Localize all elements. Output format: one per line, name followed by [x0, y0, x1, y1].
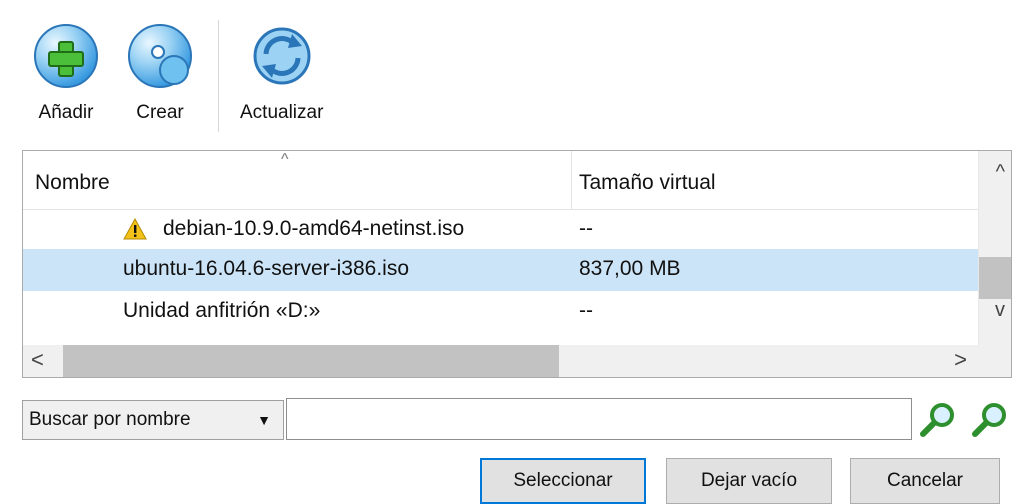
- create-button[interactable]: Crear: [128, 24, 192, 124]
- add-button[interactable]: Añadir: [34, 24, 98, 124]
- item-name: Unidad anfitrión «D:»: [123, 299, 321, 322]
- list-item[interactable]: debian-10.9.0-amd64-netinst.iso --: [23, 209, 981, 251]
- create-label: Crear: [136, 102, 184, 123]
- column-header-name[interactable]: Nombre: [35, 171, 110, 195]
- search-mode-select[interactable]: Buscar por nombre ▼: [22, 400, 284, 440]
- media-list[interactable]: ^ Nombre Tamaño virtual debian-10.9.0-am…: [22, 150, 1012, 378]
- vertical-scroll-thumb[interactable]: [979, 257, 1011, 299]
- scroll-right-icon[interactable]: >: [954, 347, 967, 373]
- clear-button[interactable]: Dejar vacío: [666, 458, 832, 504]
- scroll-corner: [979, 345, 1011, 377]
- add-label: Añadir: [38, 102, 94, 123]
- refresh-icon: [248, 24, 316, 88]
- vertical-scrollbar[interactable]: ^ v: [978, 151, 1011, 347]
- add-disk-icon: [34, 24, 98, 88]
- find-previous-icon[interactable]: [918, 400, 958, 449]
- column-header-size[interactable]: Tamaño virtual: [579, 171, 716, 195]
- list-item[interactable]: Unidad anfitrión «D:» --: [23, 291, 981, 333]
- item-name: ubuntu-16.04.6-server-i386.iso: [123, 257, 410, 280]
- list-header: ^ Nombre Tamaño virtual: [23, 151, 981, 210]
- item-name: debian-10.9.0-amd64-netinst.iso: [163, 217, 465, 240]
- column-divider[interactable]: [571, 151, 572, 209]
- find-next-icon[interactable]: [970, 400, 1010, 449]
- search-input[interactable]: [286, 398, 912, 440]
- toolbar-separator: [218, 20, 219, 132]
- sort-indicator-icon: ^: [281, 151, 289, 168]
- refresh-label: Actualizar: [240, 102, 324, 123]
- scroll-up-icon[interactable]: ^: [996, 161, 1005, 184]
- item-size: --: [579, 299, 593, 322]
- search-mode-label: Buscar por nombre: [29, 409, 191, 430]
- create-disk-icon: [128, 24, 192, 88]
- horizontal-scrollbar[interactable]: < >: [23, 345, 981, 377]
- scroll-down-icon[interactable]: v: [995, 299, 1005, 322]
- item-size: --: [579, 217, 593, 240]
- warning-icon: [123, 217, 147, 246]
- list-item-selected[interactable]: ubuntu-16.04.6-server-i386.iso 837,00 MB: [23, 249, 981, 291]
- dropdown-arrow-icon: ▼: [257, 412, 271, 428]
- refresh-button[interactable]: Actualizar: [240, 24, 323, 124]
- item-size: 837,00 MB: [579, 257, 681, 280]
- cancel-button[interactable]: Cancelar: [850, 458, 1000, 504]
- horizontal-scroll-thumb[interactable]: [63, 345, 559, 377]
- scroll-left-icon[interactable]: <: [31, 347, 44, 373]
- select-button[interactable]: Seleccionar: [480, 458, 646, 504]
